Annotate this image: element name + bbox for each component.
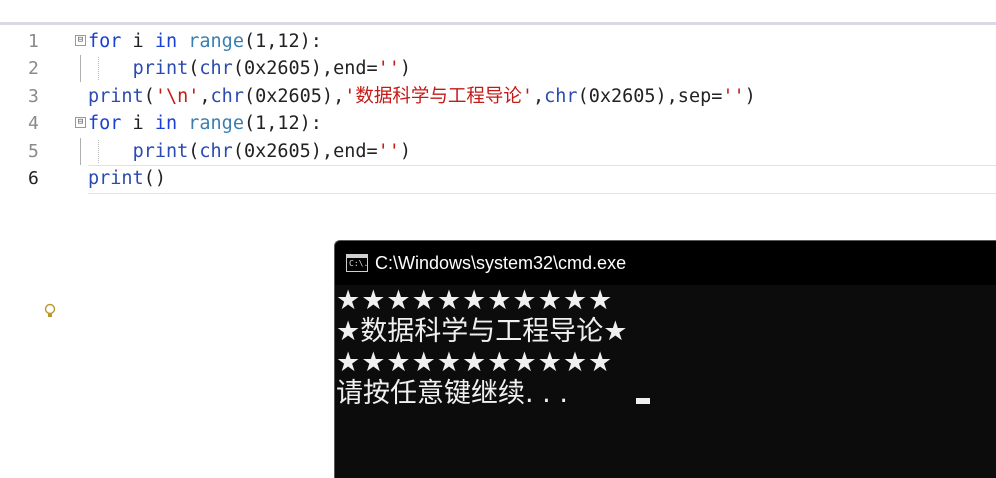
line-number: 6: [28, 168, 39, 189]
code-line-6[interactable]: 6 print(): [0, 165, 996, 317]
code-line-2[interactable]: 2 print(chr(0x2605),end=''): [0, 55, 996, 82]
line-number: 2: [28, 58, 39, 79]
code-token-plain: i: [121, 113, 155, 134]
code-token-plain: (: [143, 86, 155, 107]
code-token-plain: i: [121, 31, 155, 52]
code-token-plain: ): [744, 86, 756, 107]
console-line-3: ★★★★★★★★★★★: [336, 347, 614, 378]
fold-collapse-icon[interactable]: ⊟: [75, 117, 86, 128]
fold-collapse-icon[interactable]: ⊟: [75, 35, 86, 46]
code-token-plain: (0x2605),end=: [232, 141, 378, 162]
code-token-plain: ,: [533, 86, 545, 107]
code-token-plain: (0x2605),end=: [232, 58, 378, 79]
code-token-bi: print: [132, 141, 189, 162]
line-number: 5: [28, 141, 39, 162]
code-editor[interactable]: 1 ⊟ for i in range(1,12): 2 print(chr(0x…: [0, 28, 996, 317]
console-line-4: 请按任意键继续. . .: [336, 378, 568, 409]
cmd-window-title: C:\Windows\system32\cmd.exe: [375, 253, 627, 273]
code-token-bi: print: [88, 168, 144, 189]
code-token-str: '\n': [154, 86, 200, 107]
code-token-plain: (1,12):: [243, 31, 322, 52]
code-token-bi: chr: [210, 86, 244, 107]
code-token-str: '': [722, 86, 745, 107]
code-token-kw: for: [88, 113, 122, 134]
cmd-app-icon: C:\.: [346, 254, 368, 272]
code-token-fn: range: [188, 113, 244, 134]
code-token-str: '': [377, 58, 400, 79]
code-token-plain: ): [399, 58, 412, 79]
code-token-plain: (0x2605),: [243, 86, 345, 107]
code-line-4[interactable]: 4 ⊟ for i in range(1,12):: [0, 110, 996, 137]
console-line-1: ★★★★★★★★★★★: [336, 285, 614, 316]
code-text[interactable]: print(chr(0x2605),end=''): [88, 55, 411, 82]
line-number: 3: [28, 86, 39, 107]
cmd-window[interactable]: C:\. C:\Windows\system32\cmd.exe ★★★★★★★…: [334, 240, 996, 478]
code-text[interactable]: for i in range(1,12):: [88, 110, 322, 137]
code-token-plain: ): [399, 141, 412, 162]
code-line-1[interactable]: 1 ⊟ for i in range(1,12):: [0, 28, 996, 55]
code-text[interactable]: print('\n',chr(0x2605),'数据科学与工程导论',chr(0…: [88, 83, 756, 110]
fold-guide: [80, 138, 81, 165]
code-token-plain: (0x2605),sep=: [577, 86, 723, 107]
code-token-str: '': [377, 141, 400, 162]
code-token-kw: for: [88, 31, 122, 52]
code-token-bi: chr: [199, 141, 233, 162]
fold-guide: [80, 55, 81, 82]
code-line-3[interactable]: 3 print('\n',chr(0x2605),'数据科学与工程导论',chr…: [0, 83, 996, 110]
code-token-kw: in: [154, 113, 178, 134]
cmd-title-bar[interactable]: C:\. C:\Windows\system32\cmd.exe: [335, 241, 996, 285]
line-number: 4: [28, 113, 39, 134]
code-token-str: '数据科学与工程导论': [344, 86, 533, 107]
code-token-plain: ,: [199, 86, 211, 107]
code-text[interactable]: for i in range(1,12):: [88, 28, 322, 55]
code-token-plain: (: [188, 141, 200, 162]
lightbulb-icon[interactable]: [44, 303, 56, 323]
editor-top-border: [0, 22, 996, 25]
code-token-bi: chr: [199, 58, 233, 79]
code-line-5[interactable]: 5 print(chr(0x2605),end=''): [0, 138, 996, 165]
code-token-fn: range: [188, 31, 244, 52]
code-token-kw: in: [154, 31, 178, 52]
code-token-bi: print: [132, 58, 189, 79]
text-cursor: [636, 398, 650, 404]
code-token-plain: (: [188, 58, 200, 79]
code-text[interactable]: print(): [88, 165, 166, 192]
code-text[interactable]: print(chr(0x2605),end=''): [88, 138, 411, 165]
code-token-plain: (1,12):: [243, 113, 322, 134]
line-number: 1: [28, 31, 39, 52]
code-token-bi: chr: [544, 86, 578, 107]
console-line-2: ★数据科学与工程导论★: [336, 316, 628, 347]
code-token-plain: (): [143, 168, 166, 189]
code-token-bi: print: [88, 86, 144, 107]
